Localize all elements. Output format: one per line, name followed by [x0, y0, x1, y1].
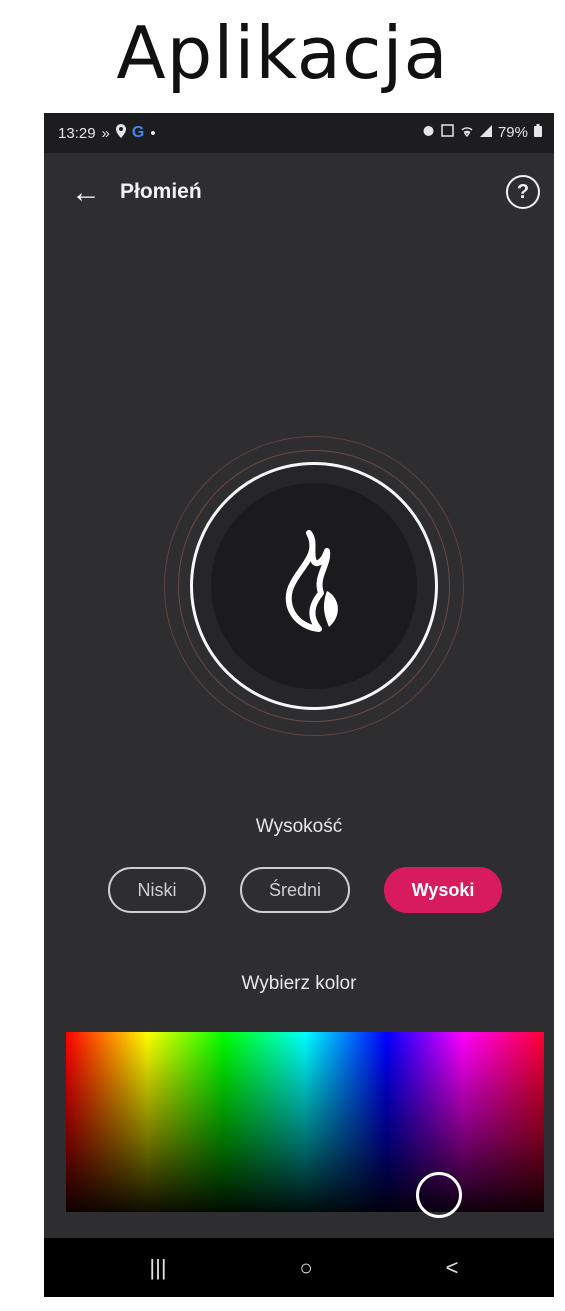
flame-icon [285, 530, 338, 632]
recents-icon: ||| [149, 1255, 167, 1280]
screen-title: Płomień [120, 180, 202, 203]
battery-level: 79% [497, 124, 528, 141]
system-nav-bar: ||| ○ < [44, 1238, 554, 1297]
arrow-left-icon: ← [71, 176, 101, 209]
flame-control [164, 436, 464, 736]
page-heading: Aplikacja [116, 11, 449, 95]
nav-back-icon: < [445, 1255, 459, 1280]
app-bar: ← Płomień ? [44, 153, 554, 233]
nfc-icon [441, 124, 454, 141]
status-bar: 13:29 » G • 79% [44, 113, 554, 153]
height-option-medium[interactable]: Średni [240, 867, 350, 913]
flame-button-core [211, 483, 417, 689]
signal-forward-icon: » [101, 124, 110, 142]
back-button[interactable]: ← [66, 173, 106, 213]
color-picker[interactable] [66, 1032, 544, 1218]
nav-back-button[interactable]: < [412, 1238, 492, 1297]
flame-toggle-button[interactable] [190, 462, 438, 710]
home-icon: ○ [299, 1255, 313, 1280]
recents-button[interactable]: ||| [118, 1238, 198, 1297]
color-picker-knob[interactable] [416, 1172, 462, 1218]
status-time: 13:29 [58, 124, 96, 142]
google-icon: G [131, 124, 145, 141]
help-icon: ? [516, 181, 530, 203]
wifi-icon [460, 124, 474, 141]
height-label: Wysokość [255, 816, 343, 837]
location-icon [115, 124, 126, 142]
battery-icon [534, 124, 542, 141]
help-button[interactable]: ? [506, 175, 540, 209]
phone-screen: 13:29 » G • 79% ← Płomień ? Wysokość Nis… [44, 113, 554, 1297]
dot-icon: • [150, 124, 156, 142]
color-label: Wybierz kolor [241, 973, 357, 994]
home-button[interactable]: ○ [266, 1238, 346, 1297]
height-option-low[interactable]: Niski [108, 867, 206, 913]
alarm-icon [422, 124, 435, 141]
height-option-high[interactable]: Wysoki [384, 867, 502, 913]
cellular-icon [479, 124, 492, 141]
